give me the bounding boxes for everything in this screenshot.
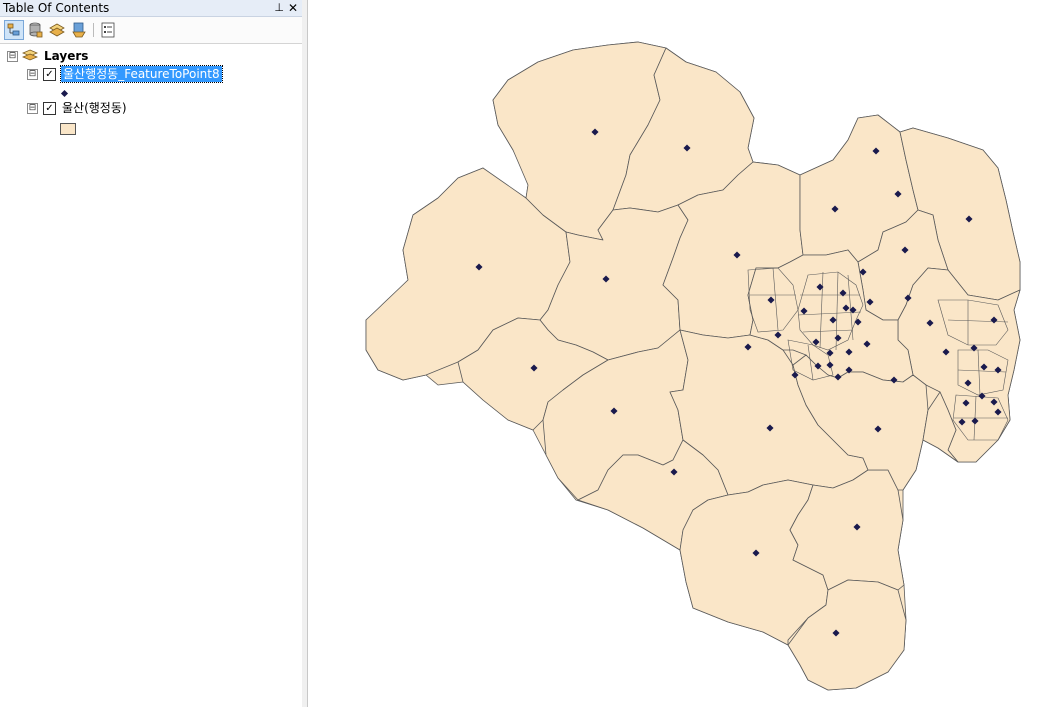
- layers-root-row[interactable]: ⊟ Layers: [0, 48, 300, 64]
- polygon-symbol-icon: [60, 123, 76, 135]
- layers-root-label: Layers: [44, 49, 89, 63]
- toc-title-bar: Table Of Contents ⊥ ✕: [0, 0, 302, 17]
- map-canvas[interactable]: [308, 0, 1048, 707]
- list-by-source-icon[interactable]: [26, 21, 44, 39]
- layer-visibility-checkbox[interactable]: ✓: [43, 68, 56, 81]
- layers-icon: [22, 49, 38, 61]
- close-icon[interactable]: ✕: [288, 0, 298, 16]
- point-symbol-icon: [60, 89, 69, 98]
- list-by-selection-icon[interactable]: [70, 21, 88, 39]
- list-by-drawing-order-icon[interactable]: [4, 20, 24, 40]
- toolbar-divider: [93, 23, 94, 37]
- layer-name-points[interactable]: 울산행정동_FeatureToPoint8: [60, 65, 223, 83]
- list-by-visibility-icon[interactable]: [48, 21, 66, 39]
- pin-icon[interactable]: ⊥: [274, 0, 284, 16]
- map-view[interactable]: [308, 0, 1048, 707]
- toc-title: Table Of Contents: [3, 1, 110, 15]
- collapse-icon[interactable]: ⊟: [27, 103, 38, 114]
- collapse-icon[interactable]: ⊟: [7, 51, 18, 62]
- table-of-contents-panel: Table Of Contents ⊥ ✕ ⊟ Layers ⊟ ✓ 울산행정동…: [0, 0, 303, 707]
- layer-row-polygons[interactable]: ⊟ ✓ 울산(행정동): [0, 100, 300, 116]
- toc-toolbar: [0, 17, 302, 44]
- collapse-icon[interactable]: ⊟: [27, 69, 38, 80]
- layer-row-points[interactable]: ⊟ ✓ 울산행정동_FeatureToPoint8: [0, 65, 300, 83]
- layer-name-polygons[interactable]: 울산(행정동): [62, 100, 127, 116]
- options-icon[interactable]: [99, 21, 117, 39]
- layer-visibility-checkbox[interactable]: ✓: [43, 102, 56, 115]
